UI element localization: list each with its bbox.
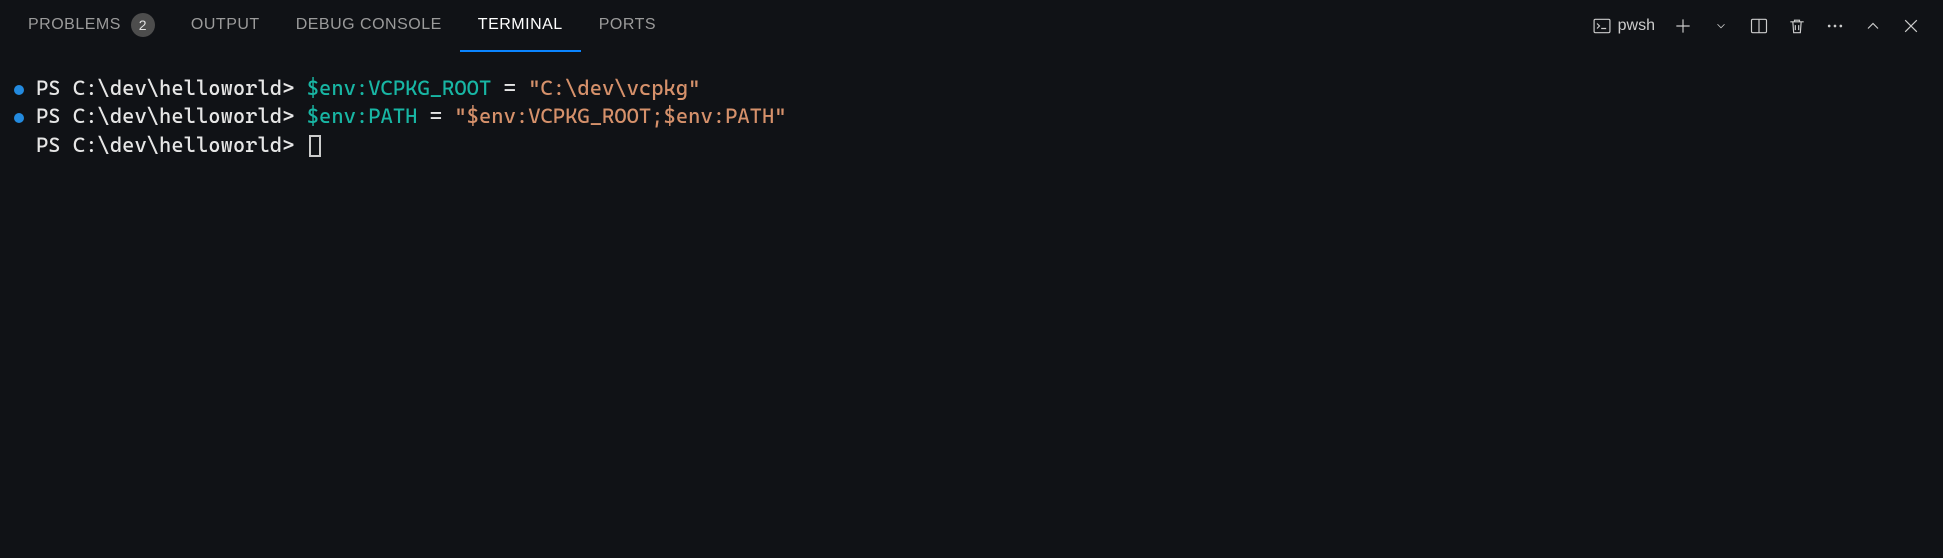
terminal-cursor bbox=[309, 135, 321, 157]
new-terminal-button[interactable] bbox=[1669, 12, 1697, 40]
terminal-line: PS C:\dev\helloworld> $env:PATH = "$env:… bbox=[14, 102, 1933, 130]
kill-terminal-button[interactable] bbox=[1783, 12, 1811, 40]
shell-label: pwsh bbox=[1618, 17, 1655, 35]
more-actions-button[interactable] bbox=[1821, 12, 1849, 40]
status-dot-icon bbox=[14, 85, 24, 95]
tab-terminal[interactable]: TERMINAL bbox=[460, 0, 581, 52]
cmd-segment: = bbox=[430, 104, 455, 128]
line-status-bullet bbox=[14, 102, 36, 130]
plus-icon bbox=[1673, 16, 1693, 36]
tab-ports[interactable]: PORTS bbox=[581, 0, 674, 52]
tab-label: DEBUG CONSOLE bbox=[296, 16, 442, 34]
tab-debug-console[interactable]: DEBUG CONSOLE bbox=[278, 0, 460, 52]
tab-label: TERMINAL bbox=[478, 16, 563, 34]
chevron-up-icon bbox=[1863, 16, 1883, 36]
split-terminal-button[interactable] bbox=[1745, 12, 1773, 40]
terminal-icon bbox=[1592, 16, 1612, 36]
close-icon bbox=[1901, 16, 1921, 36]
ellipsis-icon bbox=[1825, 16, 1845, 36]
line-content: PS C:\dev\helloworld> $env:VCPKG_ROOT = … bbox=[36, 74, 700, 102]
chevron-down-icon bbox=[1714, 19, 1728, 33]
tab-problems[interactable]: PROBLEMS 2 bbox=[10, 0, 173, 52]
tab-output[interactable]: OUTPUT bbox=[173, 0, 278, 52]
line-status-bullet bbox=[14, 74, 36, 102]
terminal-line: PS C:\dev\helloworld> $env:VCPKG_ROOT = … bbox=[14, 74, 1933, 102]
tab-label: PORTS bbox=[599, 16, 656, 34]
status-dot-icon bbox=[14, 113, 24, 123]
cmd-segment: $env:PATH bbox=[307, 104, 430, 128]
prompt-text: PS C:\dev\helloworld> bbox=[36, 104, 307, 128]
terminal-output[interactable]: PS C:\dev\helloworld> $env:VCPKG_ROOT = … bbox=[0, 52, 1943, 558]
prompt-text: PS C:\dev\helloworld> bbox=[36, 76, 307, 100]
tab-label: OUTPUT bbox=[191, 16, 260, 34]
tab-label: PROBLEMS bbox=[28, 16, 121, 34]
panel-tabs: PROBLEMS 2 OUTPUT DEBUG CONSOLE TERMINAL PORT… bbox=[10, 0, 1592, 52]
cmd-segment: $env:VCPKG_ROOT bbox=[307, 76, 504, 100]
split-icon bbox=[1749, 16, 1769, 36]
trash-icon bbox=[1787, 16, 1807, 36]
line-content: PS C:\dev\helloworld> $env:PATH = "$env:… bbox=[36, 102, 787, 130]
prompt-text: PS C:\dev\helloworld> bbox=[36, 133, 307, 157]
cmd-segment: "C:\dev\vcpkg" bbox=[528, 76, 700, 100]
panel-actions: pwsh bbox=[1592, 12, 1925, 40]
line-content: PS C:\dev\helloworld> bbox=[36, 131, 321, 159]
terminal-line: PS C:\dev\helloworld> bbox=[14, 131, 1933, 159]
tab-badge: 2 bbox=[131, 13, 155, 37]
close-panel-button[interactable] bbox=[1897, 12, 1925, 40]
shell-selector[interactable]: pwsh bbox=[1592, 12, 1659, 40]
cmd-segment: "$env:VCPKG_ROOT;$env:PATH" bbox=[454, 104, 786, 128]
panel-tabbar: PROBLEMS 2 OUTPUT DEBUG CONSOLE TERMINAL PORT… bbox=[0, 0, 1943, 52]
new-terminal-dropdown[interactable] bbox=[1707, 12, 1735, 40]
maximize-panel-button[interactable] bbox=[1859, 12, 1887, 40]
integrated-panel: PROBLEMS 2 OUTPUT DEBUG CONSOLE TERMINAL PORT… bbox=[0, 0, 1943, 558]
cmd-segment: = bbox=[504, 76, 529, 100]
